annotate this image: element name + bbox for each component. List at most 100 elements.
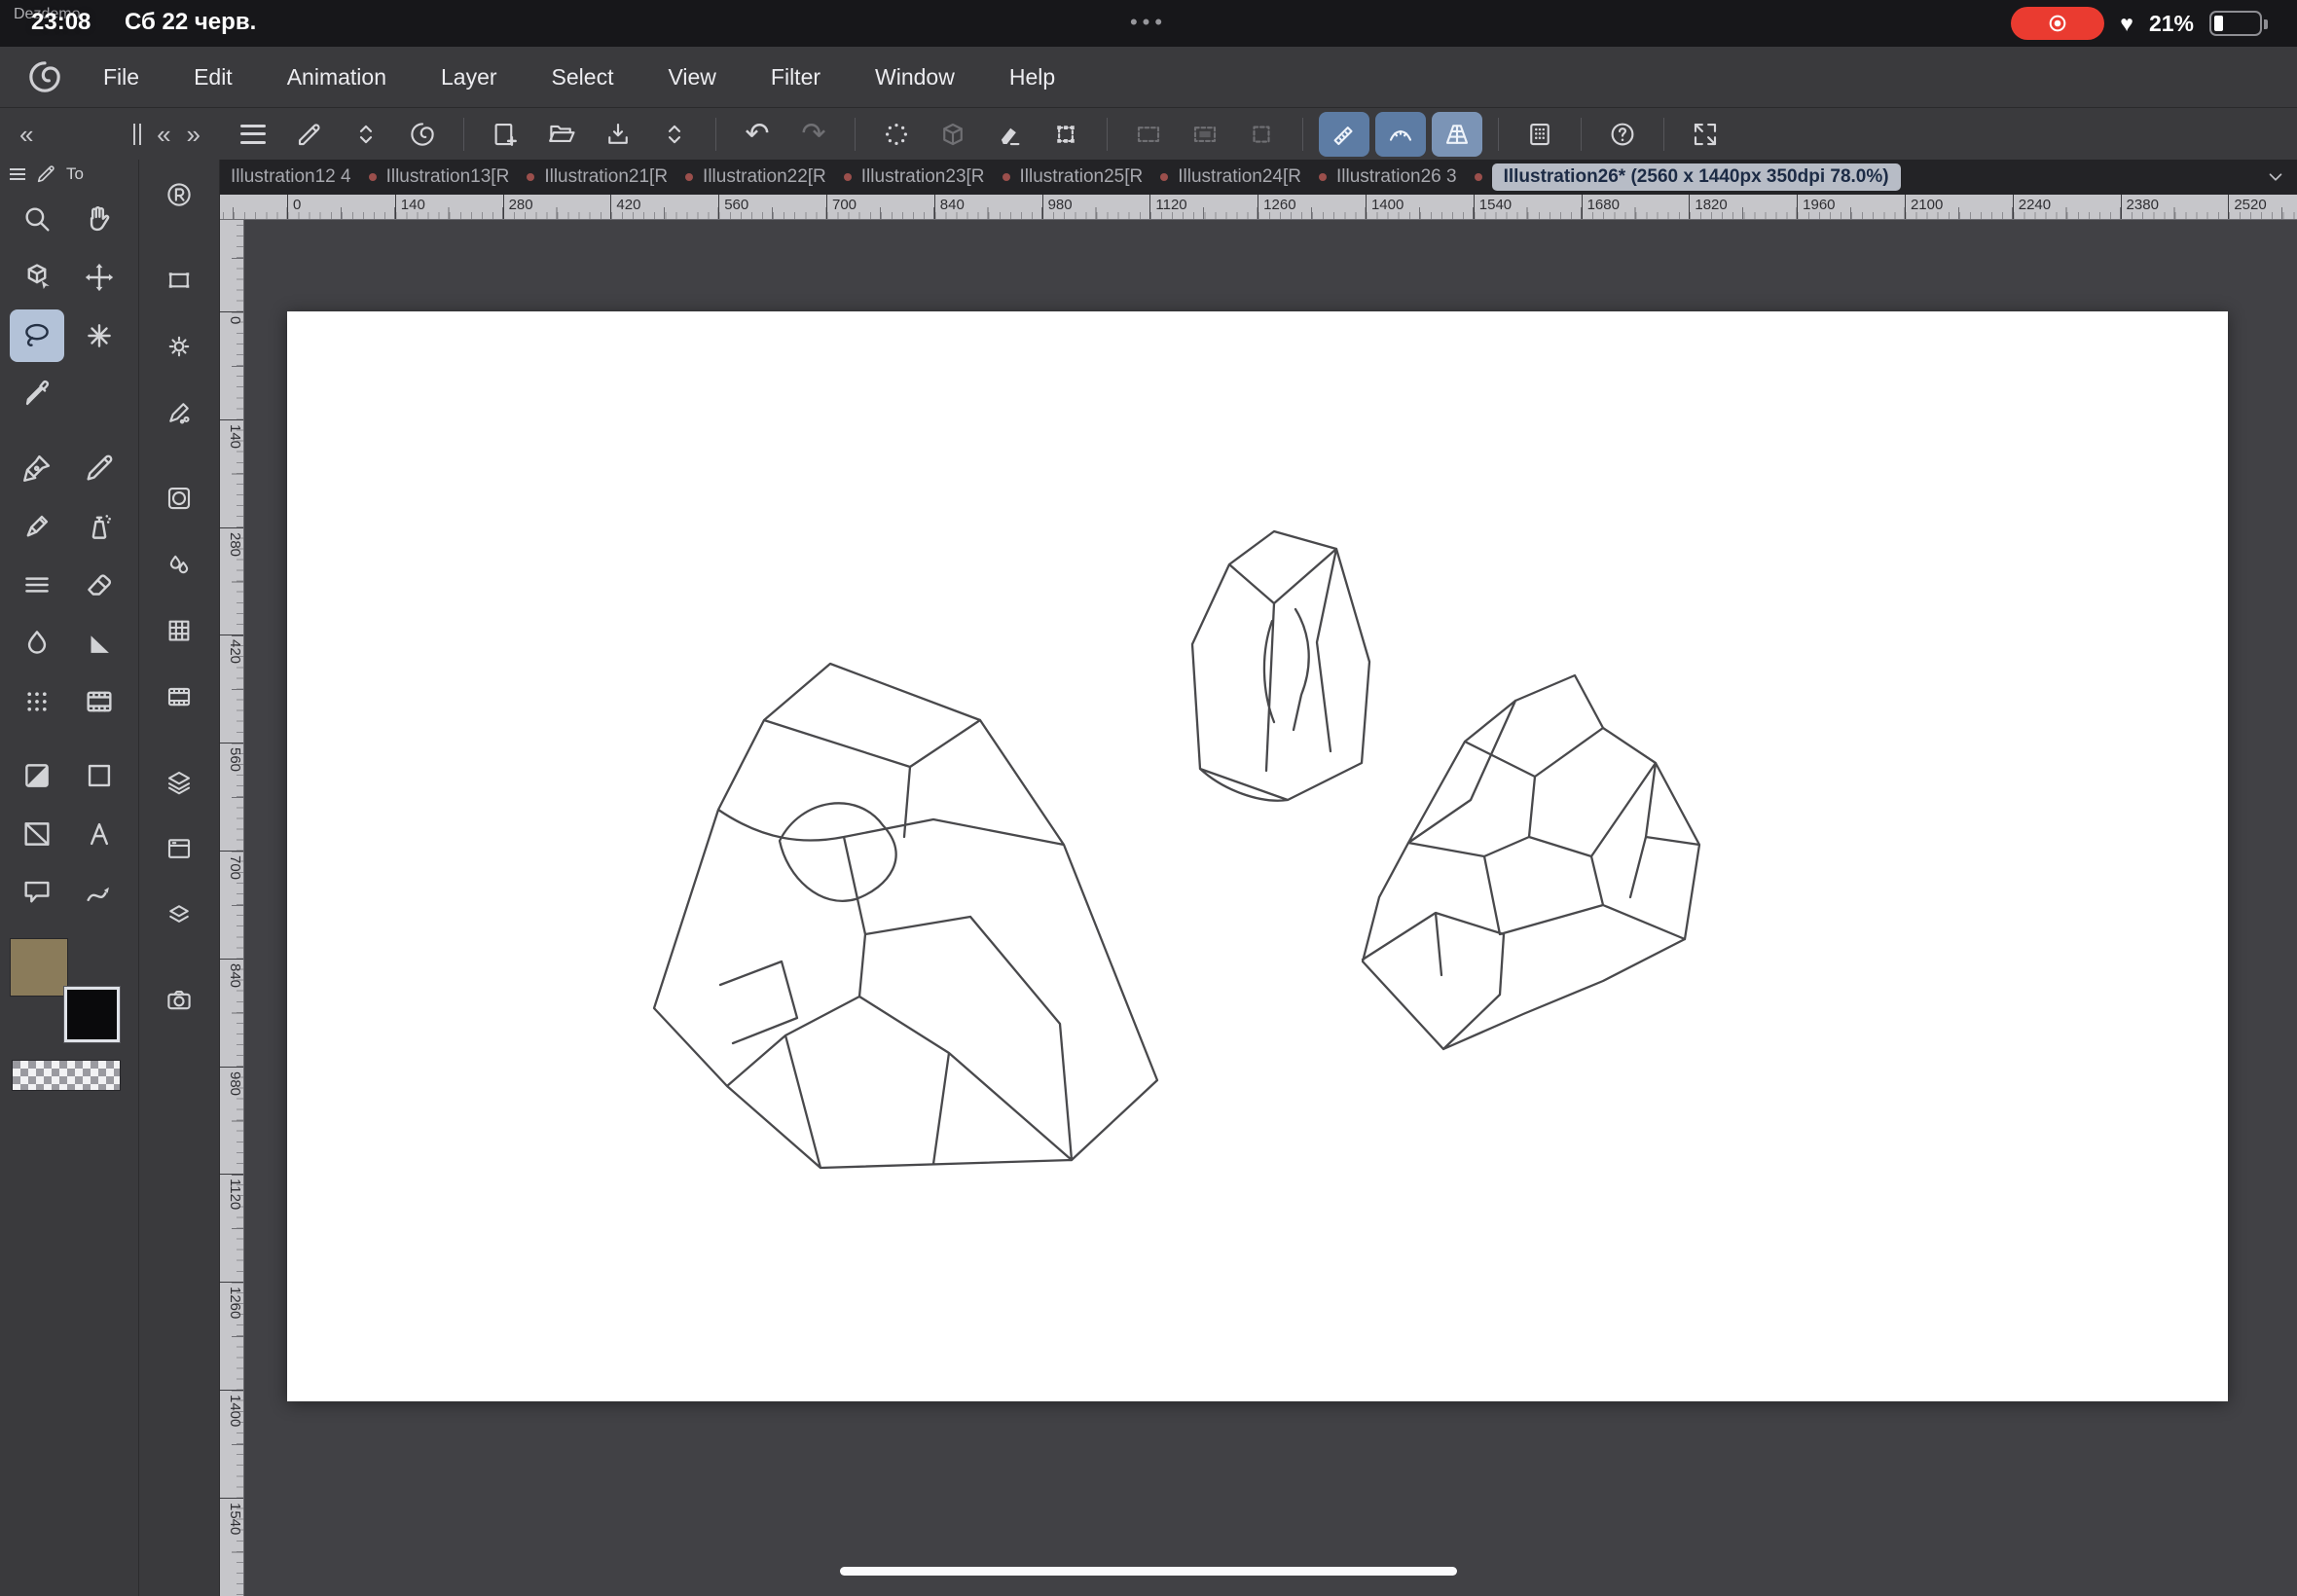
- tab-overflow-button[interactable]: [2254, 163, 2297, 192]
- vertical-ruler[interactable]: 0 140 280 420 560 700 840 980 1120 1260 1400 1540: [220, 220, 244, 1596]
- horizontal-ruler[interactable]: 0 140 280 420 560 700 840 980 1120 1260 1400 1540 16…: [220, 195, 2297, 220]
- ruler-label: 280: [502, 195, 611, 219]
- hand-tool[interactable]: [72, 193, 127, 245]
- hand-icon: [90, 206, 110, 232]
- color-mixing-palette[interactable]: [156, 543, 202, 586]
- pen-tool[interactable]: [10, 442, 64, 494]
- quick-access-palette[interactable]: [156, 173, 202, 216]
- document-tab[interactable]: Illustration24[R: [1151, 166, 1310, 188]
- open-file-button[interactable]: [536, 112, 587, 157]
- brush-tool[interactable]: [10, 500, 64, 553]
- sub-tool-palette[interactable]: [156, 325, 202, 368]
- collapse-double-left-icon[interactable]: «: [12, 122, 41, 147]
- palette-menu-icon[interactable]: [10, 168, 25, 180]
- selection-square-button[interactable]: [1236, 112, 1287, 157]
- film-tool[interactable]: [72, 675, 127, 728]
- home-indicator[interactable]: [840, 1567, 1457, 1576]
- document-tab[interactable]: Illustration21[R: [518, 166, 676, 188]
- shape-tool[interactable]: [72, 749, 127, 802]
- 3d-material-button[interactable]: [928, 112, 978, 157]
- line-correction-tool[interactable]: [72, 866, 127, 919]
- brush-size-palette[interactable]: [156, 391, 202, 434]
- layer-property-palette[interactable]: [156, 827, 202, 870]
- collapse-left-icon[interactable]: «: [149, 122, 178, 147]
- drawing-canvas[interactable]: [287, 311, 2228, 1401]
- color-set-palette[interactable]: [156, 609, 202, 652]
- color-wheel-palette[interactable]: [156, 477, 202, 520]
- collapse-right-icon[interactable]: »: [179, 122, 208, 147]
- transparent-color-swatch[interactable]: [12, 1060, 121, 1091]
- undo-button[interactable]: ↶: [732, 112, 783, 157]
- save-button[interactable]: [593, 112, 643, 157]
- edit-canvas-button[interactable]: [284, 112, 335, 157]
- zoom-tool[interactable]: [10, 193, 64, 245]
- expand-collapse-button[interactable]: [341, 112, 391, 157]
- multitask-dots-icon[interactable]: •••: [1130, 10, 1167, 35]
- menu-item[interactable]: Window: [875, 64, 955, 91]
- snap-to-special-ruler-button[interactable]: [1375, 111, 1426, 157]
- airbrush-tool[interactable]: [72, 500, 127, 553]
- redo-button[interactable]: ↷: [788, 112, 839, 157]
- frame-border-tool[interactable]: [10, 808, 64, 860]
- layer-folder-palette[interactable]: [156, 893, 202, 936]
- document-tab[interactable]: Illustration22[R: [676, 166, 835, 188]
- figure-tool[interactable]: [72, 617, 127, 670]
- lasso-tool[interactable]: [10, 309, 64, 362]
- text-tool[interactable]: [72, 808, 127, 860]
- clear-button[interactable]: [984, 112, 1035, 157]
- menu-item[interactable]: Layer: [441, 64, 497, 91]
- main-color-swatch[interactable]: [10, 938, 68, 997]
- unsaved-dot-icon: [1474, 173, 1482, 181]
- clip-studio-logo-icon[interactable]: [25, 57, 64, 96]
- record-icon: [2049, 15, 2066, 32]
- menu-item[interactable]: File: [103, 64, 139, 91]
- blend-tool[interactable]: [10, 617, 64, 670]
- open-clip-studio-button[interactable]: [397, 112, 448, 157]
- navigator-palette[interactable]: [156, 979, 202, 1022]
- object-tool[interactable]: [10, 251, 64, 304]
- snap-to-grid-button[interactable]: [1432, 111, 1482, 157]
- timeline-palette[interactable]: [156, 675, 202, 718]
- ruler-label: 700: [220, 850, 243, 959]
- help-button[interactable]: [1597, 112, 1648, 157]
- layer-palette[interactable]: [156, 761, 202, 804]
- ipad-status-bar: Dezdemo 23:08 Сб 22 черв. ••• ♥ 21%: [0, 0, 2297, 47]
- filter-effect-button[interactable]: [871, 112, 922, 157]
- menu-item[interactable]: Select: [552, 64, 614, 91]
- snap-to-ruler-button[interactable]: [1319, 111, 1369, 157]
- new-selection-button[interactable]: [1123, 112, 1174, 157]
- canvas-zone: 0 140 280 420 560 700 840 980 1120 1260 1400 1540: [220, 220, 2297, 1596]
- transform-palette[interactable]: [156, 259, 202, 302]
- modifier-keypad-button[interactable]: [1514, 112, 1565, 157]
- sub-color-swatch[interactable]: [64, 987, 120, 1042]
- eraser-tool[interactable]: [72, 559, 127, 611]
- menu-item[interactable]: Edit: [194, 64, 233, 91]
- menu-item[interactable]: View: [668, 64, 715, 91]
- transform-button[interactable]: [1040, 112, 1091, 157]
- main-menu-button[interactable]: [228, 112, 278, 157]
- menu-item[interactable]: Filter: [771, 64, 820, 91]
- pencil-tool[interactable]: [72, 442, 127, 494]
- document-tab[interactable]: Illustration26 3: [1310, 166, 1466, 188]
- screentone-tool[interactable]: [10, 675, 64, 728]
- document-tab[interactable]: Illustration12 4: [222, 166, 360, 188]
- eyedropper-tool[interactable]: [10, 368, 64, 420]
- balloon-tool[interactable]: [10, 866, 64, 919]
- document-tab[interactable]: Illustration25[R: [994, 166, 1152, 188]
- document-tab[interactable]: Illustration13[R: [360, 166, 519, 188]
- gradient-tool[interactable]: [10, 749, 64, 802]
- menu-item[interactable]: Animation: [287, 64, 386, 91]
- document-tab[interactable]: Illustration26* (2560 x 1440px 350dpi 78…: [1466, 163, 1910, 191]
- new-canvas-button[interactable]: [480, 112, 530, 157]
- selection-fill-button[interactable]: [1180, 112, 1230, 157]
- save-options-button[interactable]: [649, 112, 700, 157]
- auto-select-tool[interactable]: [72, 309, 127, 362]
- fullscreen-button[interactable]: [1680, 112, 1731, 157]
- move-tool[interactable]: [72, 251, 127, 304]
- document-tab[interactable]: Illustration23[R: [835, 166, 994, 188]
- decoration-tool[interactable]: [10, 559, 64, 611]
- palette-handle-icon[interactable]: [133, 123, 142, 145]
- screen-recording-indicator[interactable]: [2011, 7, 2105, 40]
- airbrush-icon: [91, 515, 111, 539]
- menu-item[interactable]: Help: [1009, 64, 1055, 91]
